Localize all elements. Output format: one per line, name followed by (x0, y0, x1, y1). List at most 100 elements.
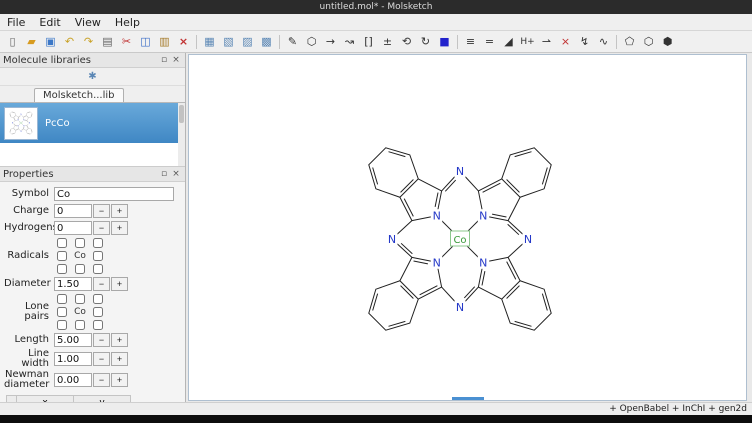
copy-image-button[interactable]: ▧ (219, 33, 238, 51)
open-file-button[interactable]: ▰ (22, 33, 41, 51)
line-width-input[interactable] (54, 352, 92, 366)
double-bond-tool-button[interactable]: = (480, 33, 499, 51)
lone-pair-checkbox[interactable] (75, 294, 85, 304)
delete-tool-button[interactable]: × (556, 33, 575, 51)
radicals-grid: Co (54, 237, 106, 275)
copy-button[interactable]: ◫ (136, 33, 155, 51)
menu-edit[interactable]: Edit (32, 14, 67, 30)
radical-checkbox[interactable] (75, 264, 85, 274)
tab-molsketch-lib[interactable]: Molsketch...lib (34, 88, 124, 102)
menu-view[interactable]: View (68, 14, 108, 30)
lone-pair-checkbox[interactable] (57, 320, 67, 330)
length-input[interactable] (54, 333, 92, 347)
new-file-button[interactable]: ▯ (3, 33, 22, 51)
radical-checkbox[interactable] (93, 264, 103, 274)
draw-tool-button[interactable]: ✎ (283, 33, 302, 51)
paste-button[interactable]: ▥ (155, 33, 174, 51)
line-width-increment-button[interactable]: + (111, 352, 128, 366)
hydrogens-decrement-button[interactable]: − (93, 221, 110, 235)
library-dock-close-button[interactable]: × (170, 54, 182, 66)
redo-button[interactable]: ↷ (79, 33, 98, 51)
line-width-label: Line width (4, 349, 54, 369)
library-list: PcCo (0, 103, 185, 167)
triple-bond-tool-button[interactable]: ≡ (461, 33, 480, 51)
wedge-bond-tool-button[interactable]: ◢ (499, 33, 518, 51)
ring6-tool-button[interactable]: ⬡ (639, 33, 658, 51)
mechanism-arrow-tool-button[interactable]: ↯ (575, 33, 594, 51)
radical-checkbox[interactable] (57, 238, 67, 248)
lone-pair-checkbox[interactable] (57, 307, 67, 317)
equilibrium-arrow-tool-button[interactable]: ⇀ (537, 33, 556, 51)
library-dock-float-button[interactable]: ▫ (158, 54, 170, 66)
import-image-button[interactable]: ▨ (238, 33, 257, 51)
coordinates-column-y: y (74, 396, 131, 403)
edit-picture-button[interactable]: ▩ (257, 33, 276, 51)
undo-button[interactable]: ↶ (60, 33, 79, 51)
library-item-label: PcCo (45, 118, 70, 129)
symbol-input[interactable] (54, 187, 174, 201)
reaction-arrow-tool-button[interactable]: ↻ (416, 33, 435, 51)
drawing-canvas[interactable] (188, 54, 747, 401)
charge-input[interactable] (54, 204, 92, 218)
canvas-horizontal-scrollbar-thumb[interactable] (452, 397, 484, 400)
diameter-increment-button[interactable]: + (111, 277, 128, 291)
library-scrollbar[interactable] (178, 103, 185, 166)
charge-decrement-button[interactable]: − (93, 204, 110, 218)
lone-pairs-label: Lone pairs (4, 302, 54, 322)
newman-diameter-increment-button[interactable]: + (111, 373, 128, 387)
toolbar-separator (196, 35, 197, 49)
arrow-tool-button[interactable]: → (321, 33, 340, 51)
lone-pair-checkbox[interactable] (75, 320, 85, 330)
radical-checkbox[interactable] (93, 238, 103, 248)
length-increment-button[interactable]: + (111, 333, 128, 347)
menu-help[interactable]: Help (108, 14, 147, 30)
delete-button[interactable]: × (174, 33, 193, 51)
newman-diameter-decrement-button[interactable]: − (93, 373, 110, 387)
radical-checkbox[interactable] (75, 238, 85, 248)
library-item-pcco[interactable]: PcCo (0, 103, 185, 143)
library-scrollbar-thumb[interactable] (179, 105, 184, 123)
toolbar-separator (279, 35, 280, 49)
radical-checkbox[interactable] (57, 251, 67, 261)
properties-dock-float-button[interactable]: ▫ (158, 168, 170, 180)
diameter-decrement-button[interactable]: − (93, 277, 110, 291)
properties-dock-close-button[interactable]: × (170, 168, 182, 180)
line-width-decrement-button[interactable]: − (93, 352, 110, 366)
lone-pair-checkbox[interactable] (93, 307, 103, 317)
library-config-icon[interactable]: ✱ (84, 69, 102, 84)
statusbar: + OpenBabel + InChI + gen2d (0, 402, 752, 415)
molecule-scene[interactable] (189, 55, 746, 400)
print-button[interactable]: ▤ (98, 33, 117, 51)
hydrogens-label: Hydrogens (4, 223, 54, 233)
export-image-button[interactable]: ▦ (200, 33, 219, 51)
aromatic-ring-tool-button[interactable]: ⬢ (658, 33, 677, 51)
bracket-tool-button[interactable]: [] (359, 33, 378, 51)
charge-increment-button[interactable]: + (111, 204, 128, 218)
color-swatch-button[interactable]: ■ (435, 33, 454, 51)
rotate-tool-button[interactable]: ⟲ (397, 33, 416, 51)
radical-checkbox[interactable] (93, 251, 103, 261)
add-hydrogen-tool-button[interactable]: H+ (518, 33, 537, 51)
hydrogens-increment-button[interactable]: + (111, 221, 128, 235)
lone-pair-checkbox[interactable] (57, 294, 67, 304)
cut-button[interactable]: ✂ (117, 33, 136, 51)
hydrogens-input[interactable] (54, 221, 92, 235)
menu-file[interactable]: File (0, 14, 32, 30)
diameter-input[interactable] (54, 277, 92, 291)
ring5-tool-button[interactable]: ⬠ (620, 33, 639, 51)
save-file-button[interactable]: ▣ (41, 33, 60, 51)
properties-dock-title: Properties (3, 169, 158, 180)
radical-checkbox[interactable] (57, 264, 67, 274)
ring-tool-button[interactable]: ⬡ (302, 33, 321, 51)
chain-tool-button[interactable]: ∿ (594, 33, 613, 51)
charge-tool-button[interactable]: ± (378, 33, 397, 51)
lone-pair-checkbox[interactable] (93, 320, 103, 330)
properties-dock-titlebar: Properties ▫ × (0, 167, 185, 182)
toolbar-separator (616, 35, 617, 49)
lone-pair-checkbox[interactable] (93, 294, 103, 304)
curved-arrow-tool-button[interactable]: ↝ (340, 33, 359, 51)
symbol-label: Symbol (4, 189, 54, 199)
length-label: Length (4, 335, 54, 345)
newman-diameter-input[interactable] (54, 373, 92, 387)
length-decrement-button[interactable]: − (93, 333, 110, 347)
